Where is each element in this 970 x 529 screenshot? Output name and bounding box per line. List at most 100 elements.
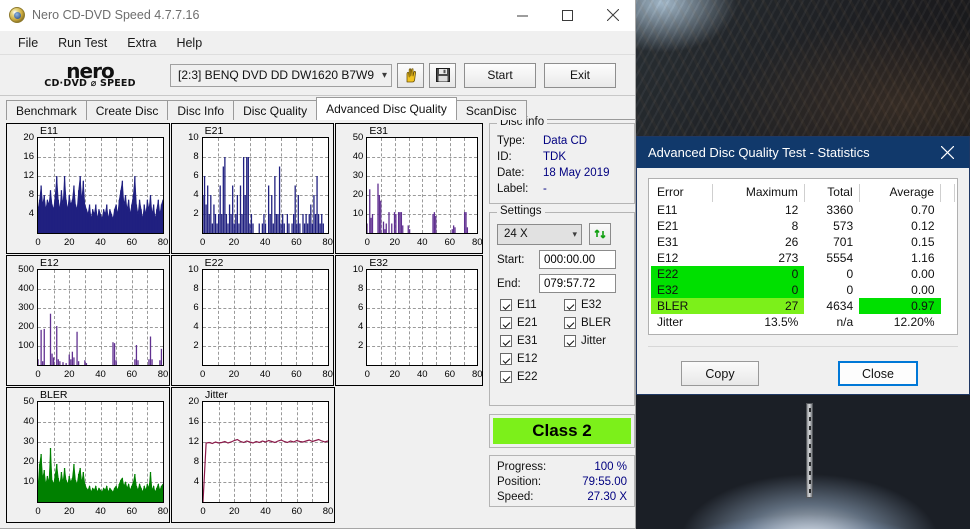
cell-error-E21: E21: [657, 219, 679, 233]
position-row: Position: 79:55.00: [490, 475, 634, 490]
drive-select[interactable]: [2:3] BENQ DVD DD DW1620 B7W9 ▾: [170, 63, 392, 87]
series-e12: [38, 313, 163, 365]
close-icon[interactable]: [925, 137, 969, 168]
disc-info-value-type: Data CD: [543, 135, 588, 147]
floppy-save-icon[interactable]: [429, 62, 456, 88]
cell-pad: [941, 298, 955, 314]
tab-disc-info[interactable]: Disc Info: [167, 100, 235, 120]
menu-item-help[interactable]: Help: [166, 34, 212, 52]
menu-item-run-test[interactable]: Run Test: [48, 34, 117, 52]
y-tick-label: 6: [193, 170, 199, 181]
y-tick-label: 10: [188, 132, 199, 143]
menubar: File Run Test Extra Help: [0, 31, 635, 55]
speed-select[interactable]: 24 X ▾: [497, 223, 582, 245]
y-tick-label: 300: [18, 302, 34, 313]
checkbox-e21[interactable]: E21: [500, 317, 564, 329]
series-e11: [38, 175, 163, 233]
cell-total-E12: 5554: [826, 251, 854, 265]
checkbox-e12[interactable]: E12: [500, 353, 564, 365]
close-icon[interactable]: [590, 0, 635, 31]
nero-disc-icon: [9, 7, 25, 23]
x-tick-label: 20: [63, 506, 75, 517]
table-row[interactable]: Jitter 13.5% n/a 12.20%: [651, 314, 955, 330]
gridline-vertical: [280, 270, 282, 365]
nero-logo-line2: CD·DVD ⌀ SPEED: [44, 78, 136, 90]
gridline-horizontal: [202, 346, 328, 347]
y-tick-label: 40: [23, 416, 34, 427]
cell-error-BLER: BLER: [651, 298, 713, 314]
checkbox-e21-label: E21: [517, 317, 538, 329]
table-row[interactable]: E12 273 5554 1.16: [651, 250, 955, 266]
cell-maximum-Jitter: 13.5%: [764, 315, 799, 329]
position-label: Position:: [497, 476, 542, 488]
disc-info-key-date: Date:: [497, 167, 525, 179]
cell-maximum-E11: 12: [785, 203, 799, 217]
disc-info-value-id: TDK: [543, 151, 566, 163]
table-row[interactable]: BLER 27 4634 0.97: [651, 298, 955, 314]
statistics-table-body: E11 12 3360 0.70 E21 8 573 0.12 E31 26 701 0.15 E12 2…: [651, 202, 955, 330]
plot-area-e21: 2 4 6 8 10 0 20 40 60 80: [172, 124, 334, 253]
column-header-average: Average: [859, 184, 942, 202]
chart-e11: E11 4 8 12 16 20 0 20 40 60 80: [6, 123, 170, 254]
cell-average-E11: 0.70: [911, 203, 935, 217]
x-tick-label: 0: [200, 506, 206, 517]
refresh-icon[interactable]: [589, 223, 611, 245]
cell-average-E22: 0.00: [911, 267, 935, 281]
end-input[interactable]: 079:57.72: [539, 274, 616, 293]
table-row[interactable]: E22 0 0 0.00: [651, 266, 955, 282]
plot-canvas-e21: [201, 137, 329, 234]
cell-error-E11: E11: [657, 203, 678, 217]
cell-pad: [941, 234, 955, 250]
start-input[interactable]: 000:00.00: [539, 250, 616, 269]
checkbox-e31-label: E31: [517, 335, 538, 347]
plot-canvas-e32: [366, 269, 479, 366]
tab-disc-quality[interactable]: Disc Quality: [233, 100, 318, 120]
checkbox-e11[interactable]: E11: [500, 299, 564, 311]
y-tick-label: 30: [352, 170, 364, 181]
menu-item-file[interactable]: File: [8, 34, 48, 52]
table-row[interactable]: E31 26 701 0.15: [651, 234, 955, 250]
checkbox-jitter[interactable]: Jitter: [564, 335, 628, 347]
eject-hand-icon[interactable]: [397, 62, 424, 88]
checkbox-e32[interactable]: E32: [564, 299, 628, 311]
chart-bler: BLER 10 20 30 40 50 0 20 40 60 80: [6, 387, 170, 523]
table-row[interactable]: E32 0 0 0.00: [651, 282, 955, 298]
tab-create-disc[interactable]: Create Disc: [85, 100, 169, 120]
plot-area-e11: 4 8 12 16 20 0 20 40 60 80: [7, 124, 169, 253]
charts-row-2: E12 100 200 300 400 500 0 20 40 60 80 E22 2 4 6 8 10 0…: [6, 255, 484, 387]
tab-advanced-disc-quality[interactable]: Advanced Disc Quality: [316, 97, 457, 120]
close-button[interactable]: Close: [838, 361, 918, 386]
checkbox-bler[interactable]: BLER: [564, 317, 628, 329]
x-tick-label: 40: [260, 506, 271, 517]
class-badge-group: Class 2: [489, 414, 635, 448]
progress-group: Progress: 100 % Position: 79:55.00 Speed…: [489, 455, 635, 507]
tab-benchmark[interactable]: Benchmark: [6, 100, 87, 120]
disc-info-row-date: Date: 18 May 2019: [490, 165, 634, 181]
x-tick-label: 40: [95, 506, 106, 517]
x-tick-label: 60: [126, 506, 138, 517]
y-tick-label: 8: [193, 456, 199, 467]
tab-scandisc[interactable]: ScanDisc: [455, 100, 527, 120]
progress-value: 100 %: [594, 461, 627, 473]
table-row[interactable]: E11 12 3360 0.70: [651, 202, 955, 218]
plot-area-e31: 10 20 30 40 50 0 20 40 60 80: [336, 124, 483, 253]
y-tick-label: 12: [23, 170, 34, 181]
exit-button[interactable]: Exit: [544, 62, 616, 88]
menu-item-extra[interactable]: Extra: [117, 34, 166, 52]
start-button[interactable]: Start: [464, 62, 536, 88]
checkbox-e22[interactable]: E22: [500, 371, 564, 383]
copy-button[interactable]: Copy: [681, 361, 759, 386]
maximize-icon[interactable]: [545, 0, 590, 31]
cell-pad: [941, 250, 955, 266]
checkbox-e32-label: E32: [581, 299, 602, 311]
checkbox-e31[interactable]: E31: [500, 335, 564, 347]
y-tick-label: 12: [188, 436, 199, 447]
gridline-vertical: [312, 270, 314, 365]
minimize-icon[interactable]: [500, 0, 545, 31]
cell-error-E32: E32: [651, 282, 713, 298]
gridline-horizontal: [367, 327, 478, 328]
table-row[interactable]: E21 8 573 0.12: [651, 218, 955, 234]
gridline-horizontal: [367, 346, 478, 347]
y-tick-label: 6: [193, 302, 199, 313]
checkmark-icon: [564, 317, 576, 329]
